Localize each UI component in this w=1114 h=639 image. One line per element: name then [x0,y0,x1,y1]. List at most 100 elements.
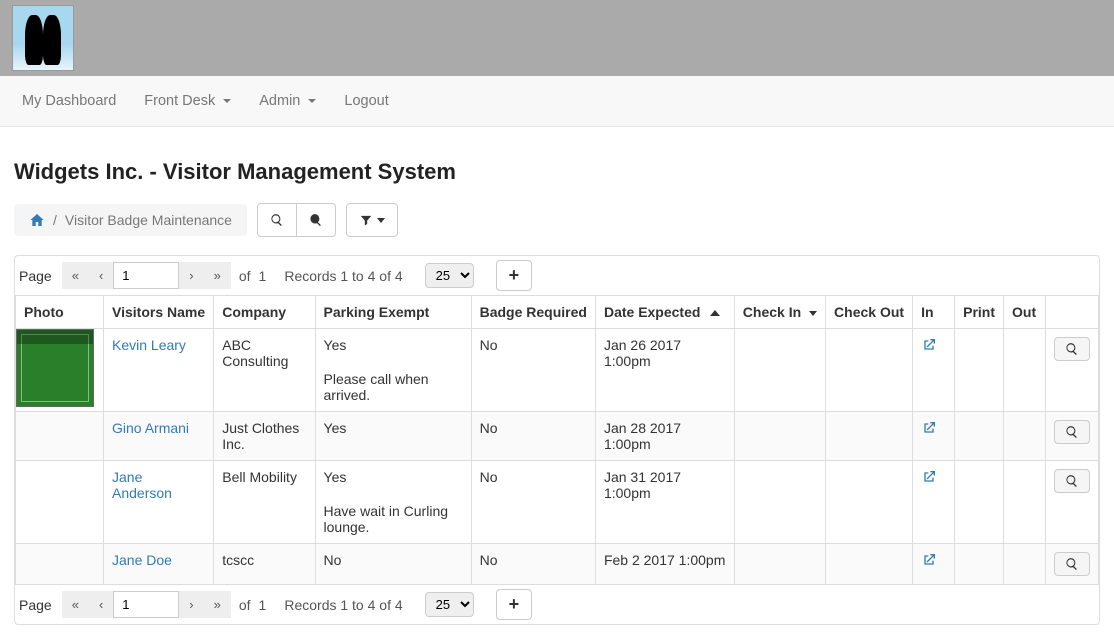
col-visitors-name[interactable]: Visitors Name [104,296,214,329]
nav-front-desk[interactable]: Front Desk [130,78,245,124]
visitor-name-link[interactable]: Kevin Leary [112,337,186,353]
pager-last-button[interactable]: » [204,591,231,618]
cell-check-in [734,544,825,585]
pager-records-info: Records 1 to 4 of 4 [284,268,402,284]
magnify-icon [1065,474,1079,488]
nav-logout[interactable]: Logout [330,78,402,124]
pager-page-size-select[interactable]: 25 [425,592,474,617]
pager-records-info: Records 1 to 4 of 4 [284,597,402,613]
cell-company: Just Clothes Inc. [214,412,315,461]
breadcrumb-separator: / [53,212,57,228]
visitor-name-link[interactable]: Gino Armani [112,420,189,436]
cell-print [955,461,1004,544]
cell-check-in [734,412,825,461]
cell-photo [16,329,104,412]
cell-company: Bell Mobility [214,461,315,544]
col-check-out[interactable]: Check Out [826,296,913,329]
col-date-expected-label: Date Expected [604,304,700,320]
cell-out [1004,461,1046,544]
cell-badge-required: No [471,544,595,585]
search-button[interactable] [257,203,297,237]
cell-out [1004,544,1046,585]
cell-date-expected: Jan 31 2017 1:00pm [595,461,734,544]
cell-check-out [826,329,913,412]
col-date-expected[interactable]: Date Expected [595,296,734,329]
cell-visitor-name: Gino Armani [104,412,214,461]
view-detail-button[interactable] [1054,469,1090,493]
nav-front-desk-label: Front Desk [144,93,215,109]
visitor-name-link[interactable]: Jane Doe [112,552,172,568]
pager-page-label: Page [19,597,52,613]
zoom-in-button[interactable] [297,203,336,237]
visitor-photo-thumb[interactable] [16,329,94,407]
pager-page-label: Page [19,268,52,284]
add-record-button[interactable]: + [496,589,533,620]
cell-parking-exempt: YesPlease call when arrived. [315,329,471,412]
pager-total-prefix: of [239,597,251,613]
col-in[interactable]: In [913,296,955,329]
pager-page-input[interactable] [113,262,179,289]
pager-last-button[interactable]: » [204,262,231,289]
cell-check-out [826,412,913,461]
cell-badge-required: No [471,412,595,461]
table-row: Gino ArmaniJust Clothes Inc.YesNoJan 28 … [16,412,1099,461]
pager-next-button[interactable]: › [179,591,203,618]
home-icon[interactable] [29,212,45,228]
magnify-icon [1065,342,1079,356]
cell-parking-exempt: YesHave wait in Curling lounge. [315,461,471,544]
cell-badge-required: No [471,461,595,544]
cell-print [955,329,1004,412]
col-photo[interactable]: Photo [16,296,104,329]
pager-prev-button[interactable]: ‹ [89,591,113,618]
col-check-in[interactable]: Check In [734,296,825,329]
cell-photo [16,412,104,461]
breadcrumb-current: Visitor Badge Maintenance [65,212,232,228]
check-in-action-icon[interactable] [921,552,937,568]
cell-check-out [826,544,913,585]
col-badge-required[interactable]: Badge Required [471,296,595,329]
pager-controls-bottom: « ‹ › » [62,591,231,618]
filter-button[interactable] [346,203,398,237]
pager-page-size-select[interactable]: 25 [425,263,474,288]
cell-check-out [826,461,913,544]
filter-icon [359,213,373,227]
cell-company: tcscc [214,544,315,585]
nav-my-dashboard[interactable]: My Dashboard [8,78,130,124]
add-record-button[interactable]: + [496,260,533,291]
search-icon [270,213,284,227]
col-print[interactable]: Print [955,296,1004,329]
header-bar [0,0,1114,76]
grid-wrap: Page « ‹ › » of 1 Records 1 to 4 of 4 25… [14,255,1100,625]
col-out[interactable]: Out [1004,296,1046,329]
navbar: My Dashboard Front Desk Admin Logout [0,76,1114,127]
pager-total-pages: 1 [259,268,267,284]
magnify-icon [1065,425,1079,439]
cell-visitor-name: Jane Anderson [104,461,214,544]
pager-first-button[interactable]: « [62,591,89,618]
check-in-action-icon[interactable] [921,469,937,485]
view-detail-button[interactable] [1054,337,1090,361]
pager-controls-top: « ‹ › » [62,262,231,289]
pager-total-prefix: of [239,268,251,284]
pager-next-button[interactable]: › [179,262,203,289]
plus-icon: + [509,265,520,285]
view-detail-button[interactable] [1054,552,1090,576]
cell-out [1004,329,1046,412]
pager-prev-button[interactable]: ‹ [89,262,113,289]
chevron-down-icon [809,311,817,316]
check-in-action-icon[interactable] [921,337,937,353]
col-parking-exempt[interactable]: Parking Exempt [315,296,471,329]
search-button-group [257,203,336,237]
cell-parking-exempt: No [315,544,471,585]
col-company[interactable]: Company [214,296,315,329]
check-in-action-icon[interactable] [921,420,937,436]
cell-visitor-name: Jane Doe [104,544,214,585]
cell-in [913,461,955,544]
pager-page-input[interactable] [113,591,179,618]
nav-admin[interactable]: Admin [245,78,330,124]
pager-first-button[interactable]: « [62,262,89,289]
magnify-icon [1065,557,1079,571]
visitor-name-link[interactable]: Jane Anderson [112,469,172,501]
view-detail-button[interactable] [1054,420,1090,444]
nav-admin-label: Admin [259,93,300,109]
